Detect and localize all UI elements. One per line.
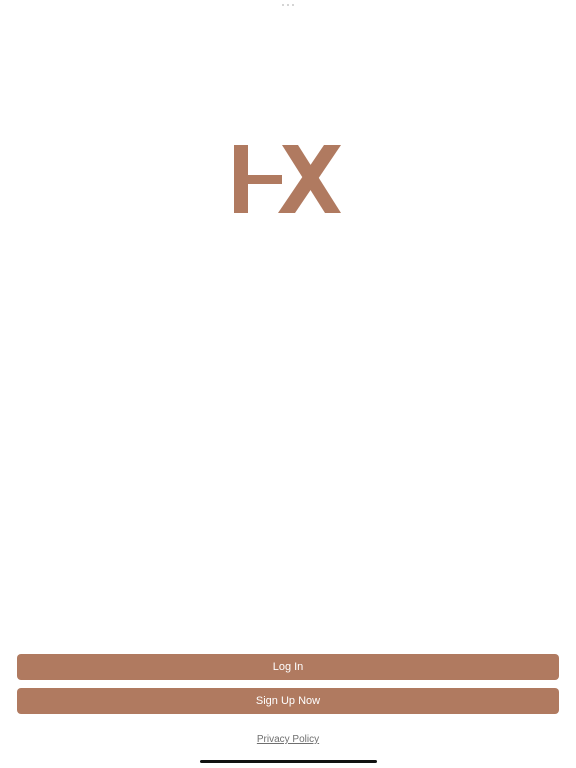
indicator-dot: [282, 4, 284, 6]
welcome-screen: Log In Sign Up Now Privacy Policy: [0, 0, 576, 768]
multitasking-indicator[interactable]: [282, 4, 294, 6]
privacy-policy-link[interactable]: Privacy Policy: [0, 734, 576, 745]
home-indicator[interactable]: [200, 760, 377, 763]
login-button[interactable]: Log In: [17, 654, 559, 680]
indicator-dot: [292, 4, 294, 6]
hx-logo-icon: [234, 145, 341, 213]
indicator-dot: [287, 4, 289, 6]
signup-button[interactable]: Sign Up Now: [17, 688, 559, 714]
